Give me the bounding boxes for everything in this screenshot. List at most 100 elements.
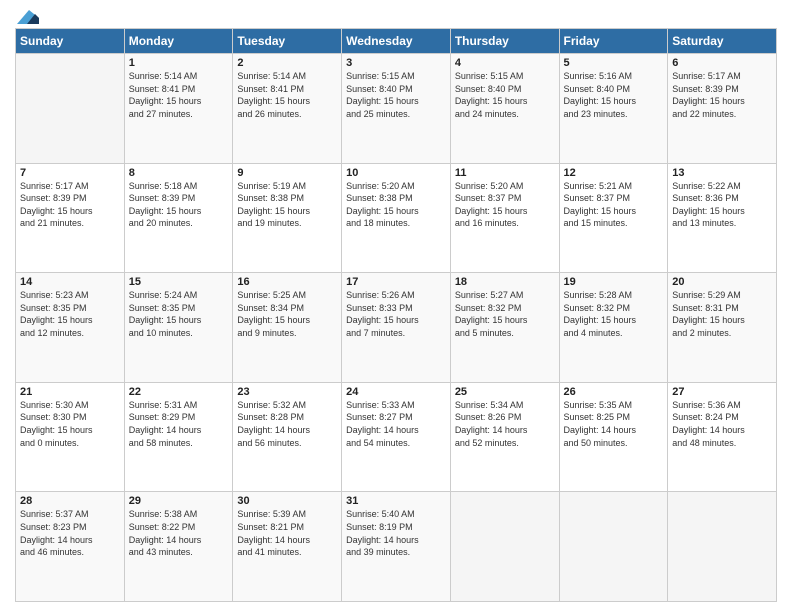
calendar-cell: 13Sunrise: 5:22 AM Sunset: 8:36 PM Dayli… <box>668 163 777 273</box>
calendar-cell: 3Sunrise: 5:15 AM Sunset: 8:40 PM Daylig… <box>342 54 451 164</box>
day-info: Sunrise: 5:25 AM Sunset: 8:34 PM Dayligh… <box>237 289 337 339</box>
calendar-cell: 4Sunrise: 5:15 AM Sunset: 8:40 PM Daylig… <box>450 54 559 164</box>
day-number: 26 <box>564 386 664 398</box>
day-info: Sunrise: 5:22 AM Sunset: 8:36 PM Dayligh… <box>672 180 772 230</box>
day-info: Sunrise: 5:34 AM Sunset: 8:26 PM Dayligh… <box>455 399 555 449</box>
calendar-cell: 25Sunrise: 5:34 AM Sunset: 8:26 PM Dayli… <box>450 382 559 492</box>
day-number: 31 <box>346 495 446 507</box>
day-number: 25 <box>455 386 555 398</box>
day-number: 7 <box>20 167 120 179</box>
day-number: 4 <box>455 57 555 69</box>
day-info: Sunrise: 5:35 AM Sunset: 8:25 PM Dayligh… <box>564 399 664 449</box>
day-number: 29 <box>129 495 229 507</box>
day-number: 24 <box>346 386 446 398</box>
calendar-cell: 12Sunrise: 5:21 AM Sunset: 8:37 PM Dayli… <box>559 163 668 273</box>
day-number: 20 <box>672 276 772 288</box>
day-number: 6 <box>672 57 772 69</box>
calendar-cell: 28Sunrise: 5:37 AM Sunset: 8:23 PM Dayli… <box>16 492 125 602</box>
day-info: Sunrise: 5:14 AM Sunset: 8:41 PM Dayligh… <box>129 70 229 120</box>
calendar-cell: 29Sunrise: 5:38 AM Sunset: 8:22 PM Dayli… <box>124 492 233 602</box>
day-info: Sunrise: 5:24 AM Sunset: 8:35 PM Dayligh… <box>129 289 229 339</box>
day-number: 18 <box>455 276 555 288</box>
calendar-week-2: 7Sunrise: 5:17 AM Sunset: 8:39 PM Daylig… <box>16 163 777 273</box>
calendar-cell: 20Sunrise: 5:29 AM Sunset: 8:31 PM Dayli… <box>668 273 777 383</box>
calendar-cell: 18Sunrise: 5:27 AM Sunset: 8:32 PM Dayli… <box>450 273 559 383</box>
calendar-cell: 15Sunrise: 5:24 AM Sunset: 8:35 PM Dayli… <box>124 273 233 383</box>
calendar-cell: 22Sunrise: 5:31 AM Sunset: 8:29 PM Dayli… <box>124 382 233 492</box>
day-number: 17 <box>346 276 446 288</box>
day-number: 30 <box>237 495 337 507</box>
day-number: 3 <box>346 57 446 69</box>
day-info: Sunrise: 5:40 AM Sunset: 8:19 PM Dayligh… <box>346 508 446 558</box>
day-info: Sunrise: 5:17 AM Sunset: 8:39 PM Dayligh… <box>20 180 120 230</box>
day-number: 8 <box>129 167 229 179</box>
calendar-week-3: 14Sunrise: 5:23 AM Sunset: 8:35 PM Dayli… <box>16 273 777 383</box>
calendar-cell: 2Sunrise: 5:14 AM Sunset: 8:41 PM Daylig… <box>233 54 342 164</box>
calendar-cell: 26Sunrise: 5:35 AM Sunset: 8:25 PM Dayli… <box>559 382 668 492</box>
day-info: Sunrise: 5:30 AM Sunset: 8:30 PM Dayligh… <box>20 399 120 449</box>
day-info: Sunrise: 5:17 AM Sunset: 8:39 PM Dayligh… <box>672 70 772 120</box>
day-number: 22 <box>129 386 229 398</box>
calendar-header-friday: Friday <box>559 29 668 54</box>
day-number: 27 <box>672 386 772 398</box>
calendar-cell: 6Sunrise: 5:17 AM Sunset: 8:39 PM Daylig… <box>668 54 777 164</box>
day-info: Sunrise: 5:37 AM Sunset: 8:23 PM Dayligh… <box>20 508 120 558</box>
calendar-table: SundayMondayTuesdayWednesdayThursdayFrid… <box>15 28 777 602</box>
day-info: Sunrise: 5:36 AM Sunset: 8:24 PM Dayligh… <box>672 399 772 449</box>
day-number: 9 <box>237 167 337 179</box>
day-info: Sunrise: 5:29 AM Sunset: 8:31 PM Dayligh… <box>672 289 772 339</box>
calendar-cell: 17Sunrise: 5:26 AM Sunset: 8:33 PM Dayli… <box>342 273 451 383</box>
calendar-cell <box>668 492 777 602</box>
calendar-header-thursday: Thursday <box>450 29 559 54</box>
day-number: 1 <box>129 57 229 69</box>
day-info: Sunrise: 5:20 AM Sunset: 8:38 PM Dayligh… <box>346 180 446 230</box>
day-number: 13 <box>672 167 772 179</box>
day-number: 12 <box>564 167 664 179</box>
calendar-header-saturday: Saturday <box>668 29 777 54</box>
day-info: Sunrise: 5:28 AM Sunset: 8:32 PM Dayligh… <box>564 289 664 339</box>
calendar-cell: 1Sunrise: 5:14 AM Sunset: 8:41 PM Daylig… <box>124 54 233 164</box>
logo-icon <box>17 10 39 26</box>
calendar-cell: 8Sunrise: 5:18 AM Sunset: 8:39 PM Daylig… <box>124 163 233 273</box>
day-number: 23 <box>237 386 337 398</box>
calendar-cell <box>559 492 668 602</box>
calendar-week-5: 28Sunrise: 5:37 AM Sunset: 8:23 PM Dayli… <box>16 492 777 602</box>
day-number: 16 <box>237 276 337 288</box>
day-info: Sunrise: 5:19 AM Sunset: 8:38 PM Dayligh… <box>237 180 337 230</box>
calendar-cell: 7Sunrise: 5:17 AM Sunset: 8:39 PM Daylig… <box>16 163 125 273</box>
calendar-week-1: 1Sunrise: 5:14 AM Sunset: 8:41 PM Daylig… <box>16 54 777 164</box>
calendar-header-row: SundayMondayTuesdayWednesdayThursdayFrid… <box>16 29 777 54</box>
day-info: Sunrise: 5:33 AM Sunset: 8:27 PM Dayligh… <box>346 399 446 449</box>
day-info: Sunrise: 5:32 AM Sunset: 8:28 PM Dayligh… <box>237 399 337 449</box>
page: SundayMondayTuesdayWednesdayThursdayFrid… <box>0 0 792 612</box>
day-number: 2 <box>237 57 337 69</box>
calendar-cell: 16Sunrise: 5:25 AM Sunset: 8:34 PM Dayli… <box>233 273 342 383</box>
calendar-cell: 14Sunrise: 5:23 AM Sunset: 8:35 PM Dayli… <box>16 273 125 383</box>
calendar-cell: 23Sunrise: 5:32 AM Sunset: 8:28 PM Dayli… <box>233 382 342 492</box>
day-info: Sunrise: 5:23 AM Sunset: 8:35 PM Dayligh… <box>20 289 120 339</box>
logo <box>15 10 39 22</box>
calendar-cell: 31Sunrise: 5:40 AM Sunset: 8:19 PM Dayli… <box>342 492 451 602</box>
day-info: Sunrise: 5:21 AM Sunset: 8:37 PM Dayligh… <box>564 180 664 230</box>
day-info: Sunrise: 5:15 AM Sunset: 8:40 PM Dayligh… <box>455 70 555 120</box>
day-info: Sunrise: 5:27 AM Sunset: 8:32 PM Dayligh… <box>455 289 555 339</box>
calendar-cell: 11Sunrise: 5:20 AM Sunset: 8:37 PM Dayli… <box>450 163 559 273</box>
day-number: 19 <box>564 276 664 288</box>
calendar-header-wednesday: Wednesday <box>342 29 451 54</box>
calendar-cell: 9Sunrise: 5:19 AM Sunset: 8:38 PM Daylig… <box>233 163 342 273</box>
calendar-week-4: 21Sunrise: 5:30 AM Sunset: 8:30 PM Dayli… <box>16 382 777 492</box>
day-number: 11 <box>455 167 555 179</box>
calendar-cell <box>450 492 559 602</box>
calendar-cell: 21Sunrise: 5:30 AM Sunset: 8:30 PM Dayli… <box>16 382 125 492</box>
day-number: 28 <box>20 495 120 507</box>
day-number: 14 <box>20 276 120 288</box>
day-number: 15 <box>129 276 229 288</box>
day-info: Sunrise: 5:31 AM Sunset: 8:29 PM Dayligh… <box>129 399 229 449</box>
calendar-cell: 27Sunrise: 5:36 AM Sunset: 8:24 PM Dayli… <box>668 382 777 492</box>
calendar-cell: 30Sunrise: 5:39 AM Sunset: 8:21 PM Dayli… <box>233 492 342 602</box>
day-number: 5 <box>564 57 664 69</box>
day-info: Sunrise: 5:26 AM Sunset: 8:33 PM Dayligh… <box>346 289 446 339</box>
day-number: 21 <box>20 386 120 398</box>
day-info: Sunrise: 5:38 AM Sunset: 8:22 PM Dayligh… <box>129 508 229 558</box>
calendar-cell <box>16 54 125 164</box>
